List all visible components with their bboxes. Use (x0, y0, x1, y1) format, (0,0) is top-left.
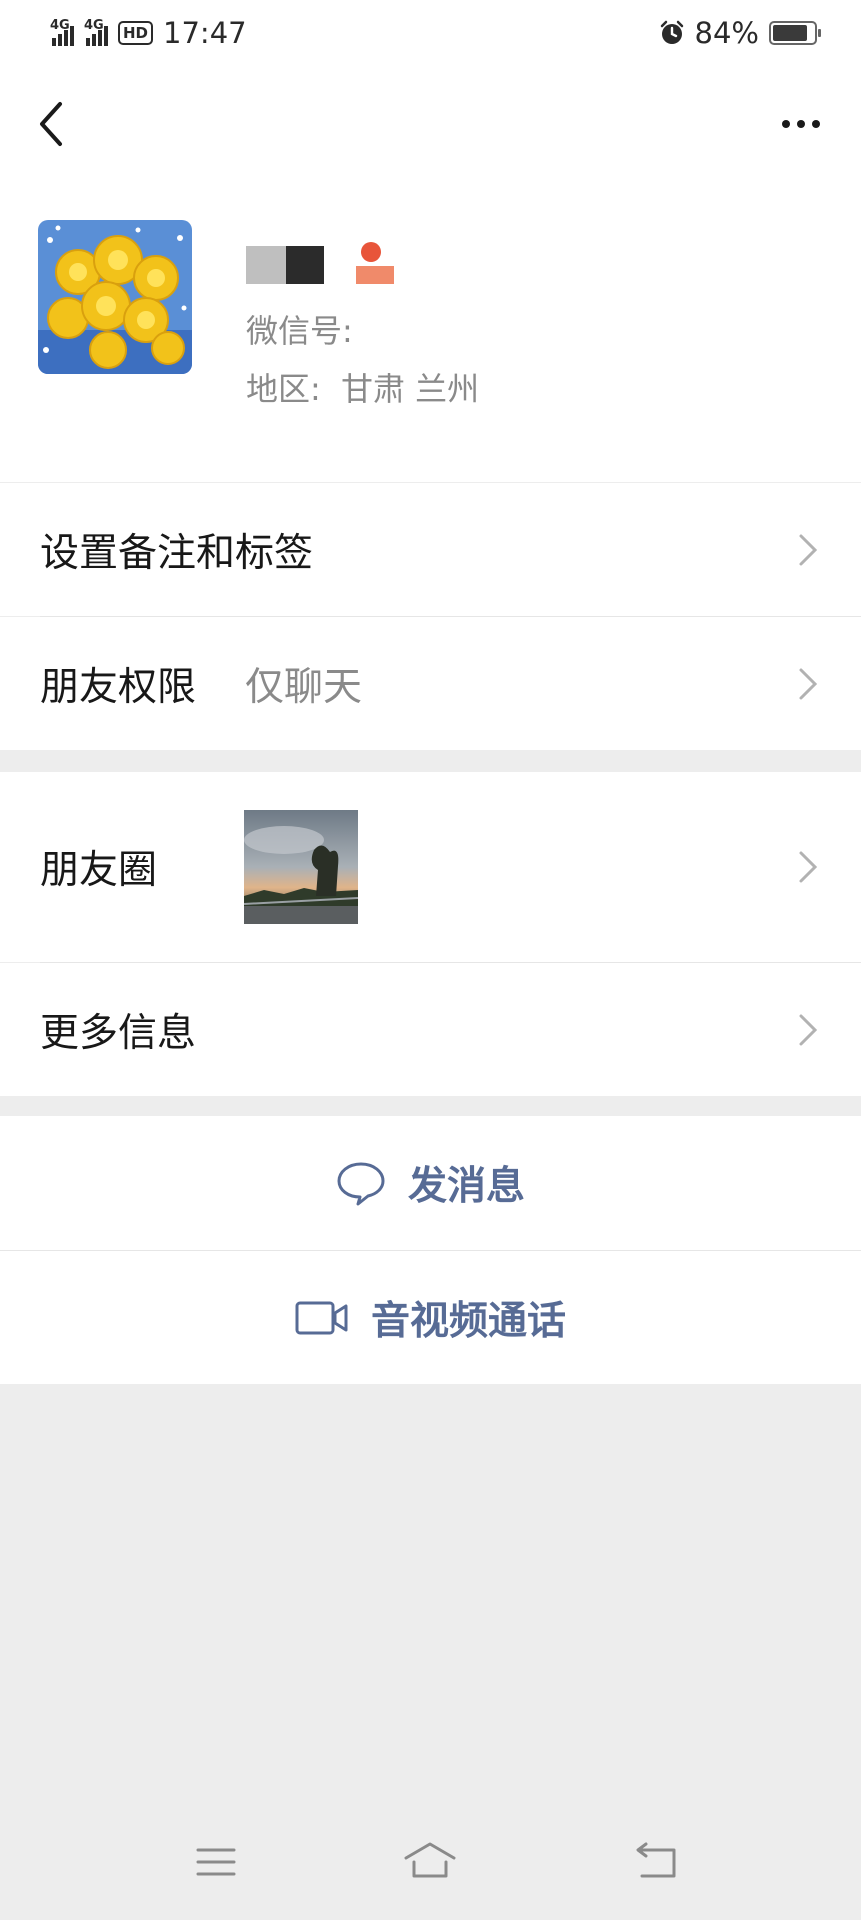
chat-bubble-icon (337, 1162, 385, 1206)
status-right: 84% (659, 16, 821, 50)
signal-icon-sim1: 4G (50, 18, 74, 46)
chevron-right-icon (799, 1014, 818, 1045)
remarks-tags-label: 设置备注和标签 (40, 530, 314, 576)
navigation-bar (0, 66, 861, 184)
wechat-id-label: 微信号: (246, 312, 353, 350)
chevron-right-icon (799, 668, 818, 699)
remarks-tags-cell[interactable]: 设置备注和标签 (0, 483, 861, 616)
video-call-button[interactable]: 音视频通话 (0, 1251, 861, 1384)
region-value: 甘肃 兰州 (340, 370, 480, 408)
more-info-cell[interactable]: 更多信息 (0, 963, 861, 1096)
signal-icon-sim2: 4G (84, 18, 108, 46)
home-icon[interactable] (400, 1832, 460, 1892)
back-key-icon[interactable] (626, 1832, 686, 1892)
avatar[interactable] (38, 220, 192, 374)
nickname-redacted (246, 242, 394, 284)
status-left: 4G 4G HD 17:47 (50, 16, 247, 50)
friend-permissions-cell[interactable]: 朋友权限 仅聊天 (0, 617, 861, 750)
clock: 17:47 (163, 16, 247, 50)
more-info-label: 更多信息 (40, 1010, 197, 1056)
moments-cell[interactable]: 朋友圈 (0, 772, 861, 962)
video-camera-icon (295, 1301, 348, 1334)
system-navigation-bar (0, 1800, 861, 1920)
moments-label: 朋友圈 (40, 848, 158, 893)
friend-permissions-value: 仅聊天 (245, 664, 363, 710)
region-row: 地区: 甘肃 兰州 (246, 364, 479, 410)
back-arrow-icon[interactable] (28, 94, 88, 154)
send-message-label: 发消息 (407, 1164, 525, 1209)
network-type-1: 4G (50, 18, 70, 33)
chevron-right-icon (799, 851, 818, 883)
alarm-icon (660, 20, 683, 44)
more-options-icon[interactable] (771, 94, 831, 154)
send-message-button[interactable]: 发消息 (0, 1116, 861, 1250)
friend-permissions-label: 朋友权限 (40, 664, 197, 710)
network-type-2: 4G (84, 18, 104, 33)
battery-icon (769, 21, 821, 45)
chevron-right-icon (799, 534, 818, 565)
moments-thumbnail (244, 810, 358, 924)
battery-fill (773, 25, 807, 41)
region-label: 地区: (246, 370, 321, 408)
profile-header: 微信号: 地区: 甘肃 兰州 (0, 184, 861, 482)
battery-percent: 84% (694, 16, 759, 50)
video-call-label: 音视频通话 (370, 1298, 566, 1344)
wechat-id-row: 微信号: (246, 306, 353, 352)
hd-voice-icon: HD (118, 21, 154, 45)
menu-icon[interactable] (186, 1832, 246, 1892)
status-bar: 4G 4G HD 17:47 84% (0, 0, 861, 66)
